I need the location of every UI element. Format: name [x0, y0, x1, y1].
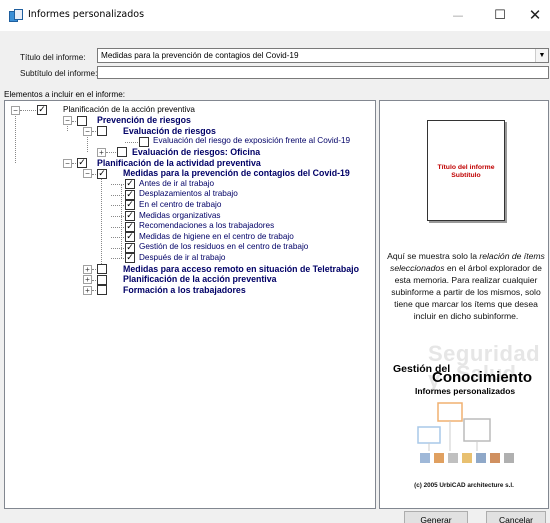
- tree-checkbox[interactable]: [97, 274, 107, 285]
- elements-label: Elementos a incluir en el informe:: [4, 90, 126, 99]
- brand-line-3: Informes personalizados: [415, 386, 516, 396]
- tree-item-label[interactable]: Después de ir al trabajo: [139, 253, 225, 263]
- brand-logo-art: [417, 402, 514, 463]
- tree-item-label[interactable]: Antes de ir al trabajo: [139, 179, 214, 189]
- tree-item-label[interactable]: Evaluación de riesgos: Oficina: [132, 147, 260, 157]
- tree-item-label[interactable]: Gestión de los residuos en el centro de …: [139, 242, 308, 252]
- tree-item-label[interactable]: Planificación de la acción preventiva: [63, 105, 195, 115]
- app-icon: [9, 9, 23, 22]
- tree-checkbox[interactable]: ✓: [77, 158, 87, 168]
- thumbnail-title: Título del informe: [437, 164, 495, 171]
- tree-item-label[interactable]: En el centro de trabajo: [139, 200, 221, 210]
- tree-item-label[interactable]: Evaluación de riesgos: [123, 126, 216, 136]
- tree-checkbox[interactable]: [97, 264, 107, 274]
- dropdown-arrow-icon[interactable]: ▼: [535, 49, 548, 62]
- tree-checkbox[interactable]: [97, 126, 107, 137]
- expand-icon[interactable]: +: [83, 275, 92, 285]
- generate-button[interactable]: Generar: [404, 511, 468, 523]
- title-bar: Informes personalizados — ☐ ✕: [0, 0, 550, 31]
- tree-item-label[interactable]: Medidas organizativas: [139, 211, 220, 221]
- tree-checkbox[interactable]: ✓: [125, 232, 135, 243]
- tree-item-label[interactable]: Medidas para acceso remoto en situación …: [123, 264, 359, 274]
- minimize-button[interactable]: —: [438, 0, 478, 31]
- tree-checkbox[interactable]: [97, 285, 107, 296]
- tree-item-label[interactable]: Recomendaciones a los trabajadores: [139, 221, 274, 231]
- close-button[interactable]: ✕: [515, 0, 550, 31]
- report-title-combobox[interactable]: Medidas para la prevención de contagios …: [97, 48, 549, 63]
- expand-icon[interactable]: +: [97, 147, 106, 157]
- tree-item-label[interactable]: Desplazamientos al trabajo: [139, 189, 238, 199]
- window-title: Informes personalizados: [28, 9, 145, 20]
- elements-tree[interactable]: − ✓ Planificación de la acción preventiva −…: [4, 100, 376, 509]
- collapse-icon[interactable]: −: [11, 105, 20, 115]
- tree-item-label[interactable]: Prevención de riesgos: [97, 115, 191, 125]
- tree-checkbox[interactable]: [77, 115, 87, 126]
- tree-checkbox[interactable]: [139, 136, 149, 147]
- preview-panel: Título del informe Subtítulo Aquí se mue…: [379, 100, 549, 509]
- report-thumbnail: Título del informe Subtítulo: [427, 120, 505, 221]
- tree-checkbox[interactable]: ✓: [125, 200, 135, 211]
- subtitle-label: Subtítulo del informe:: [20, 69, 98, 78]
- tree-checkbox[interactable]: ✓: [125, 221, 135, 232]
- expand-icon[interactable]: +: [83, 264, 92, 274]
- tree-checkbox[interactable]: ✓: [125, 242, 135, 253]
- collapse-icon[interactable]: −: [83, 126, 92, 136]
- title-label: Título del informe:: [20, 53, 86, 62]
- tree-checkbox[interactable]: ✓: [97, 168, 107, 179]
- brand-line-2: Conocimiento: [432, 369, 532, 386]
- collapse-icon[interactable]: −: [63, 158, 72, 168]
- maximize-button[interactable]: ☐: [480, 0, 520, 31]
- tree-checkbox[interactable]: [117, 147, 127, 158]
- collapse-icon[interactable]: −: [63, 116, 72, 126]
- tree-checkbox[interactable]: ✓: [125, 179, 135, 190]
- tree-checkbox[interactable]: ✓: [125, 189, 135, 200]
- tree-item-label[interactable]: Medidas de higiene en el centro de traba…: [139, 232, 294, 242]
- tree-checkbox[interactable]: ✓: [125, 253, 135, 264]
- collapse-icon[interactable]: −: [83, 169, 92, 179]
- thumbnail-subtitle: Subtítulo: [451, 172, 481, 179]
- tree-item-label[interactable]: Planificación de la actividad preventiva: [97, 158, 261, 168]
- tree-item-label[interactable]: Planificación de la acción preventiva: [123, 274, 277, 284]
- report-title-value: Medidas para la prevención de contagios …: [101, 51, 299, 60]
- tree-item-label[interactable]: Medidas para la prevención de contagios …: [123, 168, 350, 178]
- tree-item-label[interactable]: Evaluación del riesgo de exposición fren…: [153, 136, 350, 146]
- expand-icon[interactable]: +: [83, 285, 92, 295]
- preview-description: Aquí se muestra solo la relación de ítem…: [387, 251, 545, 321]
- tree-item-label[interactable]: Formación a los trabajadores: [123, 285, 246, 295]
- cancel-button[interactable]: Cancelar: [486, 511, 546, 523]
- copyright-text: (c) 2005 UrbiCAD architecture s.l.: [414, 482, 514, 489]
- report-subtitle-input[interactable]: [97, 66, 549, 79]
- tree-checkbox[interactable]: ✓: [37, 105, 47, 115]
- tree-checkbox[interactable]: ✓: [125, 211, 135, 221]
